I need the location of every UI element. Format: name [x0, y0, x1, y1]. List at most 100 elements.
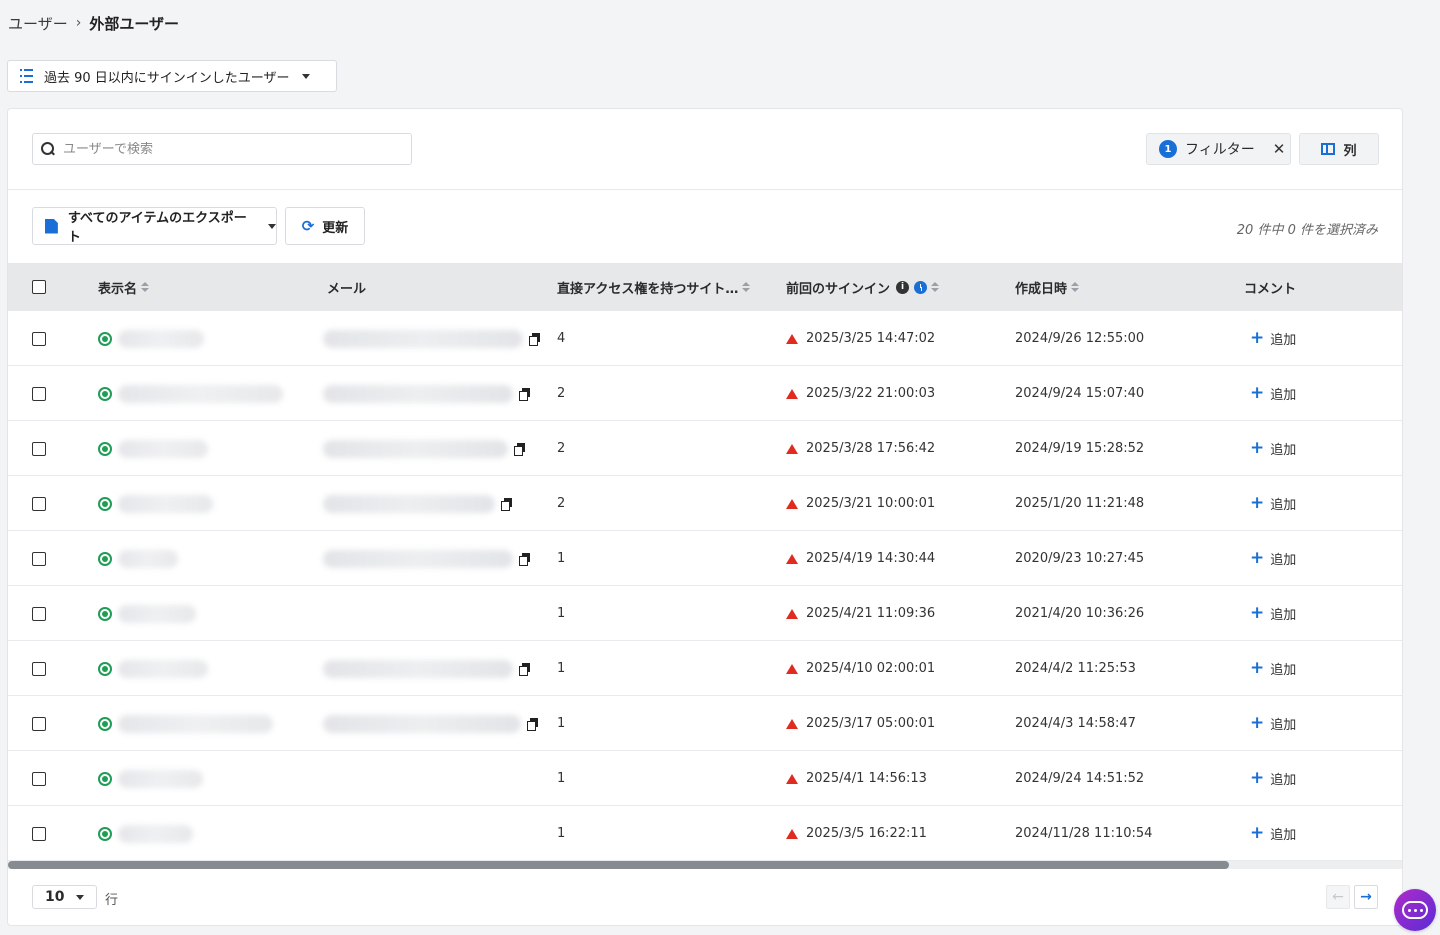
row-checkbox[interactable] — [32, 496, 46, 511]
add-comment-button[interactable]: + 追加 — [1250, 493, 1297, 514]
row-checkbox[interactable] — [32, 331, 46, 346]
display-name-cell[interactable] — [98, 421, 208, 476]
created-value: 2024/4/2 11:25:53 — [1015, 661, 1136, 676]
search-input[interactable] — [63, 141, 383, 157]
created-value: 2024/9/19 15:28:52 — [1015, 441, 1145, 456]
add-comment-button[interactable]: + 追加 — [1250, 713, 1296, 734]
header-created[interactable]: 作成日時 — [1015, 263, 1080, 311]
last-signin-value: 2025/3/17 05:00:01 — [806, 716, 936, 731]
table-row: 2 2025/3/28 17:56:42 2024/9/19 15:28:52 … — [8, 421, 1402, 476]
display-name-cell[interactable] — [98, 476, 213, 531]
sites-count: 2 — [557, 386, 566, 401]
view-selector-dropdown[interactable]: 過去 90 日以内にサインインしたユーザー — [7, 60, 337, 92]
row-checkbox[interactable] — [32, 386, 46, 401]
copy-icon[interactable] — [527, 717, 539, 731]
copy-icon[interactable] — [519, 552, 531, 566]
breadcrumb: ユーザー › 外部ユーザー — [8, 13, 179, 33]
plus-icon: + — [1250, 603, 1265, 623]
next-page-button[interactable]: → — [1354, 885, 1378, 909]
refresh-button[interactable]: ⟳ 更新 — [285, 207, 365, 245]
status-active-icon — [98, 441, 112, 456]
add-comment-button[interactable]: + 追加 — [1250, 329, 1296, 349]
copy-icon[interactable] — [501, 497, 513, 511]
add-comment-button[interactable]: + 追加 — [1250, 658, 1296, 679]
row-checkbox[interactable] — [32, 606, 46, 621]
created-cell: 2020/9/23 10:27:45 — [1015, 531, 1144, 586]
plus-icon: + — [1250, 493, 1265, 513]
prev-page-button[interactable]: ← — [1326, 885, 1350, 909]
row-checkbox[interactable] — [32, 716, 46, 731]
row-checkbox[interactable] — [32, 441, 46, 456]
row-select-cell — [32, 751, 46, 806]
add-comment-button[interactable]: + 追加 — [1250, 769, 1296, 789]
clock-icon[interactable] — [914, 280, 928, 294]
row-checkbox[interactable] — [32, 661, 46, 676]
sites-cell: 1 — [557, 696, 565, 751]
add-comment-button[interactable]: + 追加 — [1250, 824, 1296, 844]
display-name-cell[interactable] — [98, 806, 193, 861]
sites-cell: 2 — [557, 366, 565, 421]
plus-icon: + — [1250, 713, 1265, 733]
columns-button[interactable]: 列 — [1299, 133, 1379, 165]
export-file-icon — [45, 218, 58, 234]
row-select-cell — [32, 586, 46, 641]
view-selector-label: 過去 90 日以内にサインインしたユーザー — [44, 70, 290, 86]
chat-assistant-button[interactable] — [1394, 889, 1436, 931]
created-cell: 2021/4/20 10:36:26 — [1015, 586, 1144, 641]
close-icon[interactable]: ✕ — [1273, 140, 1286, 158]
add-comment-button[interactable]: + 追加 — [1250, 549, 1296, 569]
display-name-cell[interactable] — [98, 696, 273, 751]
row-checkbox[interactable] — [32, 771, 46, 786]
created-value: 2021/4/20 10:36:26 — [1015, 606, 1145, 621]
display-name-cell[interactable] — [98, 586, 196, 641]
comment-cell: + 追加 — [1250, 751, 1296, 806]
header-sites-label: 直接アクセス権を持つサイト… — [557, 281, 739, 297]
plus-icon: + — [1250, 438, 1265, 458]
row-checkbox[interactable] — [32, 551, 46, 566]
copy-icon[interactable] — [519, 662, 531, 676]
table-row: 1 2025/4/10 02:00:01 2024/4/2 11:25:53 +… — [8, 641, 1402, 696]
status-active-icon — [98, 661, 112, 676]
add-comment-button[interactable]: + 追加 — [1250, 603, 1296, 624]
add-comment-button[interactable]: + 追加 — [1250, 384, 1296, 404]
header-display-name[interactable]: 表示名 — [98, 263, 150, 311]
row-select-cell — [32, 366, 46, 421]
header-comment: コメント — [1244, 263, 1296, 311]
add-comment-button[interactable]: + 追加 — [1250, 438, 1296, 459]
redacted-display-name — [118, 659, 208, 678]
created-cell: 2024/4/3 14:58:47 — [1015, 696, 1136, 751]
created-cell: 2025/1/20 11:21:48 — [1015, 476, 1144, 531]
copy-icon[interactable] — [514, 442, 526, 456]
copy-icon[interactable] — [529, 332, 541, 346]
breadcrumb-root-link[interactable]: ユーザー — [8, 13, 68, 34]
select-all-checkbox[interactable] — [32, 280, 46, 294]
last-signin-cell: 2025/3/28 17:56:42 — [786, 421, 935, 476]
info-icon[interactable]: i — [896, 280, 910, 294]
sites-count: 1 — [557, 716, 566, 731]
plus-icon: + — [1250, 658, 1265, 678]
sites-count: 4 — [557, 331, 566, 346]
page-size-select[interactable]: 10 — [32, 885, 97, 909]
display-name-cell[interactable] — [98, 366, 283, 421]
filter-chip[interactable]: 1 フィルター ✕ — [1146, 133, 1291, 165]
email-cell — [323, 476, 513, 531]
display-name-cell[interactable] — [98, 751, 203, 806]
last-signin-value: 2025/4/10 02:00:01 — [806, 661, 936, 676]
sites-cell: 2 — [557, 476, 565, 531]
created-value: 2024/11/28 11:10:54 — [1015, 826, 1153, 841]
warning-icon — [786, 388, 798, 399]
header-last-signin[interactable]: 前回のサインイン i — [786, 263, 940, 311]
filter-count-badge: 1 — [1159, 140, 1177, 158]
add-comment-label: 追加 — [1270, 498, 1297, 513]
display-name-cell[interactable] — [98, 641, 208, 696]
sites-count: 1 — [557, 606, 566, 621]
header-sites[interactable]: 直接アクセス権を持つサイト… — [557, 263, 751, 311]
copy-icon[interactable] — [519, 387, 531, 401]
display-name-cell[interactable] — [98, 311, 204, 366]
scrollbar-thumb[interactable] — [8, 861, 1229, 869]
display-name-cell[interactable] — [98, 531, 178, 586]
horizontal-scrollbar[interactable] — [8, 861, 1402, 869]
row-checkbox[interactable] — [32, 826, 46, 841]
export-button[interactable]: すべてのアイテムのエクスポート — [32, 207, 277, 245]
caret-down-icon — [301, 73, 310, 79]
